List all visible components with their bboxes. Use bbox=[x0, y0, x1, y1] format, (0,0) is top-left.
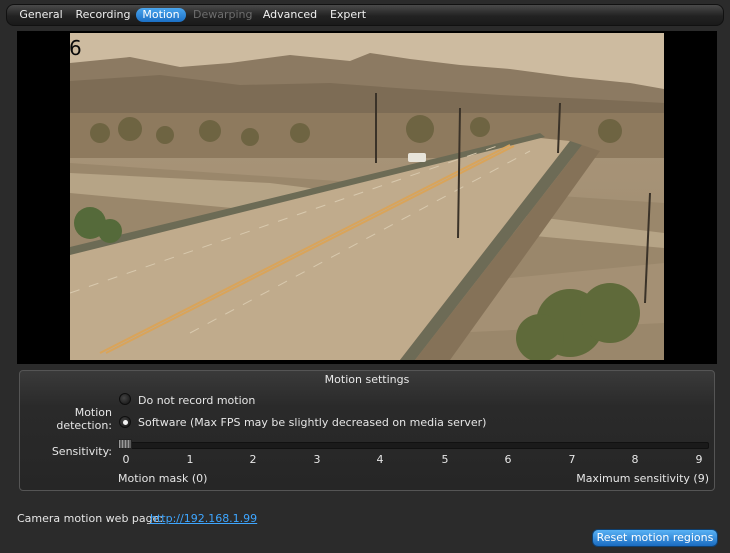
tab-bar: General Recording Motion Dewarping Advan… bbox=[6, 4, 724, 26]
reset-motion-regions-button[interactable]: Reset motion regions bbox=[592, 529, 718, 547]
sensitivity-slider-handle[interactable] bbox=[118, 439, 132, 449]
highway-overpass-scene bbox=[70, 33, 664, 360]
camera-number-overlay: 6 bbox=[69, 36, 82, 60]
radio-do-not-record[interactable] bbox=[119, 393, 131, 405]
tick-label: 1 bbox=[186, 453, 194, 466]
camera-web-page-label: Camera motion web page: bbox=[17, 512, 164, 525]
tick-label: 3 bbox=[313, 453, 321, 466]
sensitivity-slider-track[interactable] bbox=[119, 442, 709, 449]
motion-mask-label: Motion mask (0) bbox=[118, 472, 208, 485]
tick-label: 0 bbox=[122, 453, 130, 466]
tab-dewarping: Dewarping bbox=[193, 8, 253, 21]
tab-recording[interactable]: Recording bbox=[73, 8, 133, 22]
option-software-label[interactable]: Software (Max FPS may be slightly decrea… bbox=[138, 416, 486, 429]
sensitivity-label: Sensitivity: bbox=[51, 445, 112, 458]
camera-video-image[interactable] bbox=[70, 33, 664, 360]
radio-software[interactable] bbox=[119, 416, 131, 428]
option-do-not-record-label[interactable]: Do not record motion bbox=[138, 394, 255, 407]
tick-label: 8 bbox=[631, 453, 639, 466]
motion-settings-title: Motion settings bbox=[324, 373, 410, 386]
tab-general[interactable]: General bbox=[19, 8, 63, 22]
tick-label: 7 bbox=[568, 453, 576, 466]
tick-label: 9 bbox=[695, 453, 703, 466]
camera-web-page-link[interactable]: http://192.168.1.99 bbox=[150, 512, 257, 525]
tab-motion[interactable]: Motion bbox=[136, 8, 186, 22]
tab-expert[interactable]: Expert bbox=[328, 8, 368, 22]
motion-detection-label: Motion detection: bbox=[56, 406, 112, 432]
tick-label: 5 bbox=[441, 453, 449, 466]
max-sensitivity-label: Maximum sensitivity (9) bbox=[576, 472, 709, 485]
tick-label: 2 bbox=[249, 453, 257, 466]
tick-label: 4 bbox=[376, 453, 384, 466]
video-preview-frame: 6 bbox=[17, 31, 717, 364]
tab-advanced[interactable]: Advanced bbox=[262, 8, 318, 22]
tick-label: 6 bbox=[504, 453, 512, 466]
